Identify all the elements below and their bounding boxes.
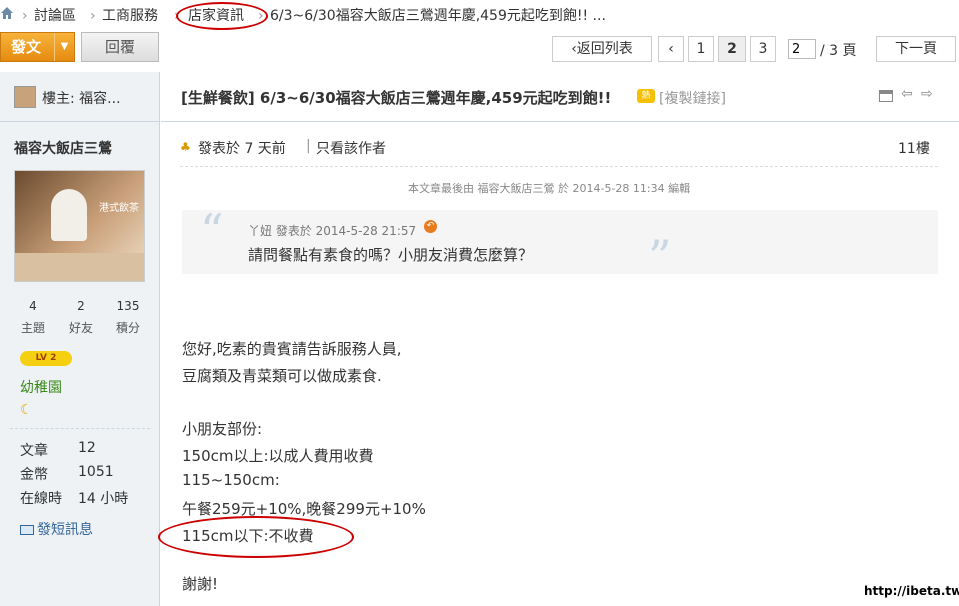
breadcrumb-section[interactable]: 工商服務 — [102, 0, 158, 33]
edit-note: 本文章最後由 福容大飯店三鶯 於 2014-5-28 11:34 編輯 — [408, 182, 691, 195]
home-icon[interactable] — [0, 6, 16, 22]
avatar-table — [15, 253, 144, 281]
next-page-button[interactable]: 下一頁 — [876, 36, 956, 62]
post-button[interactable]: 發文 ▼ — [0, 32, 75, 62]
stat-friends-value[interactable]: 2 — [66, 299, 96, 313]
post-body-line: 您好,吃素的貴賓請告訴服務人員, — [182, 340, 402, 358]
meta-separator — [180, 166, 938, 167]
stat-points-value[interactable]: 135 — [113, 299, 143, 313]
op-label[interactable]: 樓主: 福容... — [42, 88, 121, 108]
quote-close-icon: ” — [648, 230, 672, 284]
page-link-3[interactable]: 3 — [750, 36, 776, 62]
send-message-label: 發短訊息 — [37, 522, 93, 538]
post-body-line: 謝謝! — [182, 575, 219, 593]
chevron-down-icon[interactable]: ▼ — [54, 33, 74, 61]
meta-divider: | — [306, 138, 311, 154]
moon-icon: ☾ — [20, 402, 33, 418]
breadcrumb: › 討論區 › 工商服務 › 店家資訊 › 6/3~6/30福容大飯店三鶯週年慶… — [0, 0, 959, 33]
quote-block: “ 丫妞 發表於 2014-5-28 21:57 ↶ 請問餐點有素食的嗎？小朋友… — [182, 204, 938, 284]
chevron-left-icon: ‹ — [668, 41, 674, 57]
op-avatar-icon — [14, 86, 36, 108]
thread-header: [生鮮餐飲] 6/3~6/30福容大飯店三鶯週年慶,459元起吃到飽!! 熱 [… — [161, 72, 959, 122]
page-link-1[interactable]: 1 — [688, 36, 714, 62]
copy-link-button[interactable]: [複製鏈接] — [659, 88, 726, 108]
info-coins-value: 1051 — [78, 464, 114, 480]
breadcrumb-forum[interactable]: 討論區 — [34, 0, 76, 33]
highlight-oval — [176, 2, 268, 30]
info-online-value: 14 小時 — [78, 491, 129, 507]
envelope-icon — [20, 525, 34, 535]
prev-thread-icon[interactable]: ⇦ — [901, 86, 913, 102]
post-body-line: 豆腐類及青菜類可以做成素食. — [182, 367, 382, 385]
avatar-photo — [51, 189, 87, 241]
page-link-2: 2 — [718, 36, 746, 62]
post-button-label: 發文 — [11, 38, 42, 56]
print-icon[interactable] — [879, 90, 893, 102]
stat-threads-label: 主題 — [20, 321, 45, 335]
floor-number[interactable]: 11樓 — [898, 138, 930, 158]
quote-jump-icon[interactable]: ↶ — [424, 220, 437, 233]
stat-friends-label: 好友 — [68, 321, 93, 335]
post-body-line: 午餐259元+10%,晚餐299元+10% — [182, 500, 426, 518]
total-pages-label: / 3 頁 — [820, 43, 857, 59]
thread-title: [生鮮餐飲] 6/3~6/30福容大飯店三鶯週年慶,459元起吃到飽!! — [181, 89, 612, 107]
page-number-input[interactable] — [788, 39, 816, 59]
info-posts-value: 12 — [78, 440, 96, 456]
breadcrumb-thread[interactable]: 6/3~6/30福容大飯店三鶯週年慶,459元起吃到飽!! ... — [270, 0, 606, 33]
prev-page-button[interactable]: ‹ — [658, 36, 684, 62]
next-thread-icon[interactable]: ⇨ — [921, 86, 933, 102]
reply-button[interactable]: 回覆 — [81, 32, 159, 62]
quote-meta: 丫妞 發表於 2014-5-28 21:57 — [248, 224, 417, 238]
watermark: http://ibeta.tw — [860, 584, 959, 598]
avatar-caption: 港式飲茶 — [99, 203, 139, 214]
chevron-right-icon: › — [90, 8, 96, 24]
posted-time: 發表於 7 天前 — [198, 141, 286, 157]
rank-label: 幼稚園 — [20, 380, 62, 396]
send-message-link[interactable]: 發短訊息 — [20, 519, 93, 539]
back-to-list-label: 返回列表 — [576, 41, 633, 57]
post-body-line: 150cm以上:以成人費用收費 — [182, 447, 374, 465]
quote-open-icon: “ — [200, 204, 224, 258]
post-body-line: 115~150cm: — [182, 471, 280, 489]
quote-text: 請問餐點有素食的嗎？小朋友消費怎麼算？ — [248, 246, 534, 264]
online-status-icon: ♣ — [180, 140, 191, 154]
author-name[interactable]: 福容大飯店三鶯 — [14, 138, 112, 158]
back-to-list-button[interactable]: ‹返回列表 — [552, 36, 652, 62]
author-only-link[interactable]: 只看該作者 — [316, 138, 386, 158]
stat-points-label: 積分 — [115, 321, 140, 335]
sidebar-divider — [10, 428, 150, 429]
highlight-oval — [158, 516, 354, 558]
level-badge-icon: LV 2 — [20, 351, 72, 366]
chevron-right-icon: › — [22, 8, 28, 24]
post-body-line: 小朋友部份: — [182, 420, 263, 438]
info-coins-label: 金幣 — [20, 467, 48, 483]
stat-threads-value[interactable]: 4 — [18, 299, 48, 313]
info-online-label: 在線時 — [20, 491, 62, 507]
hot-badge-icon: 熱 — [637, 89, 655, 103]
avatar[interactable]: 港式飲茶 — [14, 170, 145, 282]
info-posts-label: 文章 — [20, 443, 48, 459]
author-sidebar: 樓主: 福容... 福容大飯店三鶯 港式飲茶 4 主題 2 好友 135 積分 … — [0, 72, 160, 606]
op-header: 樓主: 福容... — [0, 72, 160, 122]
level-badge-text: LV 2 — [35, 353, 57, 363]
